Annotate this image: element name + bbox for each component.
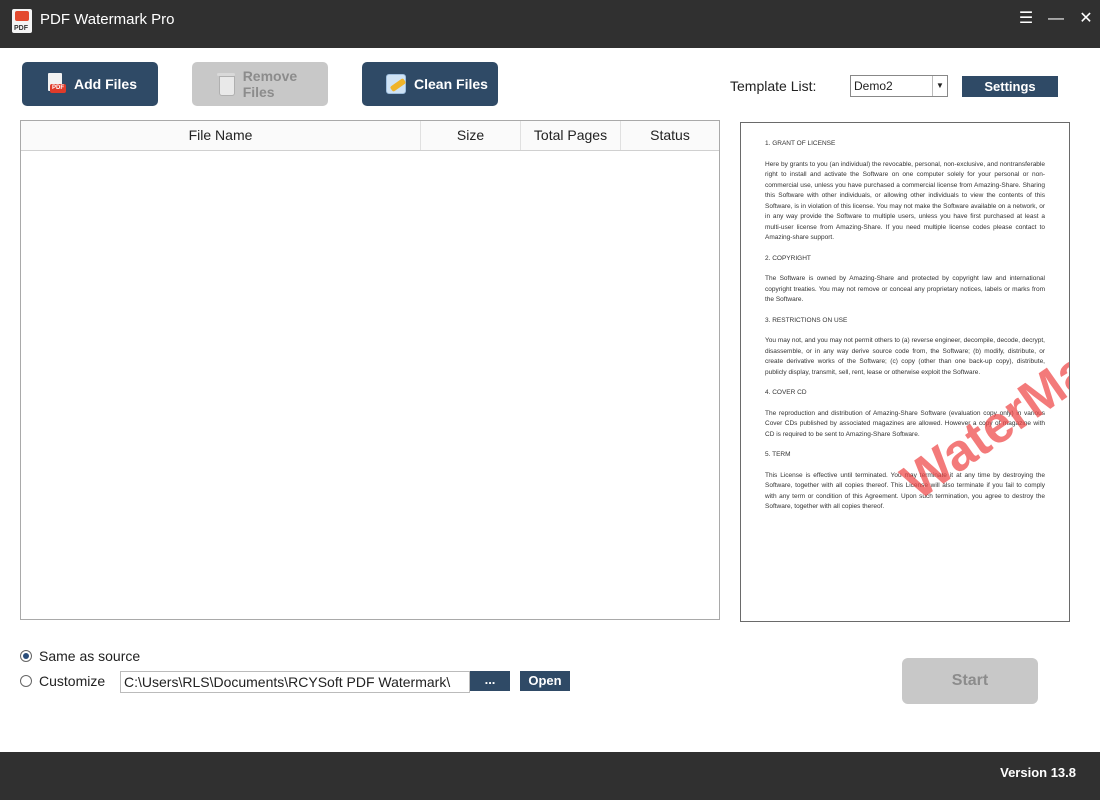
section-heading: 1. GRANT OF LICENSE [765,140,836,147]
table-header: File Name Size Total Pages Status [21,121,719,151]
dropdown-arrow-icon[interactable]: ▼ [932,76,947,96]
watermark-preview: 1. GRANT OF LICENSE Here by grants to yo… [740,122,1070,622]
menu-icon[interactable]: ☰ [1014,8,1038,32]
customize-radio[interactable] [20,675,32,687]
pdf-file-icon: PDF [44,72,68,96]
add-files-label: Add Files [74,76,138,92]
same-as-source-radio[interactable] [20,650,32,662]
open-folder-button[interactable]: Open [520,671,570,691]
same-as-source-label[interactable]: Same as source [39,648,140,664]
section-heading: 2. COPYRIGHT [765,254,811,262]
app-logo-icon: PDF [12,9,32,33]
trash-icon [214,72,237,96]
file-list-table[interactable]: File Name Size Total Pages Status [20,120,720,620]
app-title: PDF Watermark Pro [40,11,175,28]
version-label: Version 13.8 [1000,765,1076,780]
template-selected-value: Demo2 [854,79,893,93]
column-status[interactable]: Status [621,121,719,150]
section-text: You may not, and you may not permit othe… [765,337,1045,376]
remove-files-button[interactable]: Remove Files [192,62,328,106]
template-list-label: Template List: [730,78,817,94]
clean-files-label: Clean Files [414,76,488,92]
minimize-icon[interactable]: — [1044,8,1068,32]
template-select[interactable]: Demo2 ▼ [850,75,948,97]
column-size[interactable]: Size [421,121,521,150]
add-files-button[interactable]: PDF Add Files [22,62,158,106]
section-text: Here by grants to you (an individual) th… [765,160,1045,242]
section-text: The Software is owned by Amazing-Share a… [765,275,1045,303]
broom-icon [384,72,408,96]
title-bar: PDF PDF Watermark Pro ☰ — ✕ [0,0,1100,48]
start-button[interactable]: Start [902,658,1038,704]
section-heading: 3. RESTRICTIONS ON USE [765,316,848,324]
clean-files-button[interactable]: Clean Files [362,62,498,106]
remove-files-label: Remove Files [242,68,298,100]
customize-label[interactable]: Customize [39,673,105,689]
column-file-name[interactable]: File Name [21,121,421,150]
output-path-input[interactable] [120,671,470,693]
status-bar: Version 13.8 [0,752,1100,800]
column-total-pages[interactable]: Total Pages [521,121,621,150]
close-icon[interactable]: ✕ [1074,8,1098,32]
browse-button[interactable]: ... [470,671,510,691]
settings-button[interactable]: Settings [962,76,1058,97]
